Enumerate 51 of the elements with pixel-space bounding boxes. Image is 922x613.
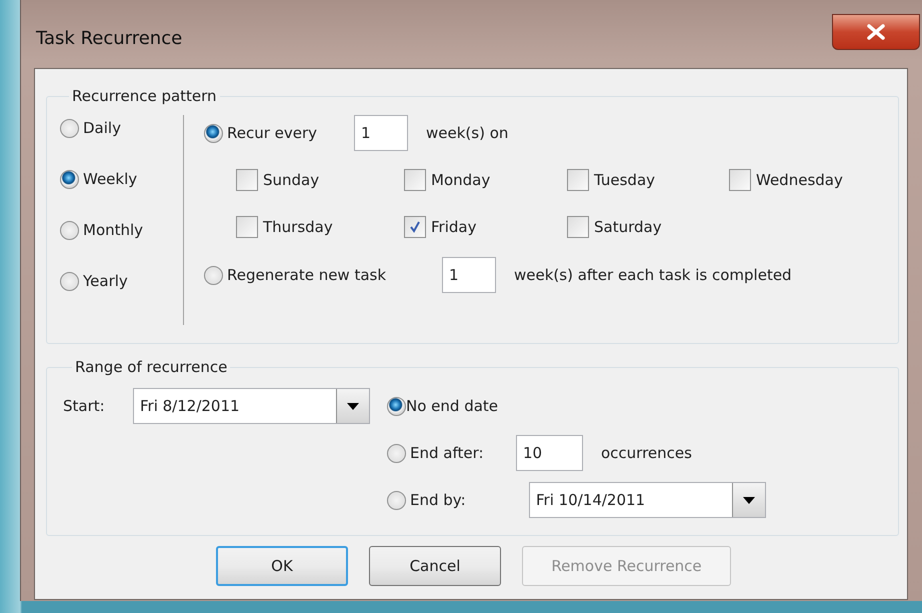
checkbox-label: Sunday [263, 171, 320, 189]
field-label: Start: [63, 397, 106, 415]
close-button[interactable] [832, 14, 920, 50]
option-label: End by: [409, 491, 467, 509]
option-label: Daily [83, 119, 121, 137]
checkbox-label: Saturday [594, 218, 662, 236]
number-field[interactable]: 1 [442, 257, 496, 293]
radio-button[interactable] [60, 119, 79, 138]
option-label: End after: [409, 444, 485, 462]
checkbox-label: Tuesday [594, 171, 656, 189]
option-label: Yearly [83, 272, 128, 290]
number-field[interactable]: 10 [516, 435, 583, 471]
checkbox-label: Thursday [263, 218, 333, 236]
number-field[interactable]: 1 [354, 115, 408, 151]
dialog-button[interactable]: Cancel [369, 546, 501, 586]
close-icon [866, 24, 886, 40]
option-label: No end date [406, 397, 498, 415]
group-label: Range of recurrence [74, 358, 228, 376]
checkmark-icon [408, 220, 422, 234]
dropdown-arrow-icon [347, 402, 359, 410]
radio-button[interactable] [387, 444, 406, 462]
field-label: week(s) after each task is completed [514, 266, 792, 284]
date-dropdown[interactable]: Fri 8/12/2011 [133, 388, 370, 424]
field-label: week(s) on [426, 124, 508, 142]
checkbox[interactable] [404, 169, 426, 191]
option-label: Monthly [83, 221, 144, 239]
checkbox[interactable] [567, 216, 589, 238]
checkbox[interactable] [404, 216, 426, 238]
dropdown-arrow-icon [743, 496, 755, 504]
checkbox[interactable] [729, 169, 751, 191]
option-label: Weekly [83, 170, 138, 188]
checkbox-label: Wednesday [756, 171, 843, 189]
group-label: Recurrence pattern [71, 87, 218, 105]
window-title: Task Recurrence [36, 28, 182, 49]
radio-button[interactable] [204, 124, 223, 142]
checkbox[interactable] [567, 169, 589, 191]
dialog-button[interactable]: OK [216, 546, 348, 586]
radio-button[interactable] [387, 490, 406, 510]
field-label: occurrences [601, 444, 692, 462]
radio-button[interactable] [387, 396, 406, 416]
checkbox[interactable] [236, 216, 258, 238]
radio-button[interactable] [60, 272, 79, 291]
radio-button[interactable] [60, 170, 79, 189]
option-label: Recur every [226, 124, 318, 142]
option-label: Regenerate new task [226, 266, 388, 284]
radio-button[interactable] [60, 221, 79, 240]
checkbox-label: Friday [431, 218, 476, 236]
radio-button[interactable] [204, 266, 223, 284]
checkbox[interactable] [236, 169, 258, 191]
date-dropdown[interactable]: Fri 10/14/2011 [529, 482, 766, 518]
checkbox-label: Monday [431, 171, 490, 189]
